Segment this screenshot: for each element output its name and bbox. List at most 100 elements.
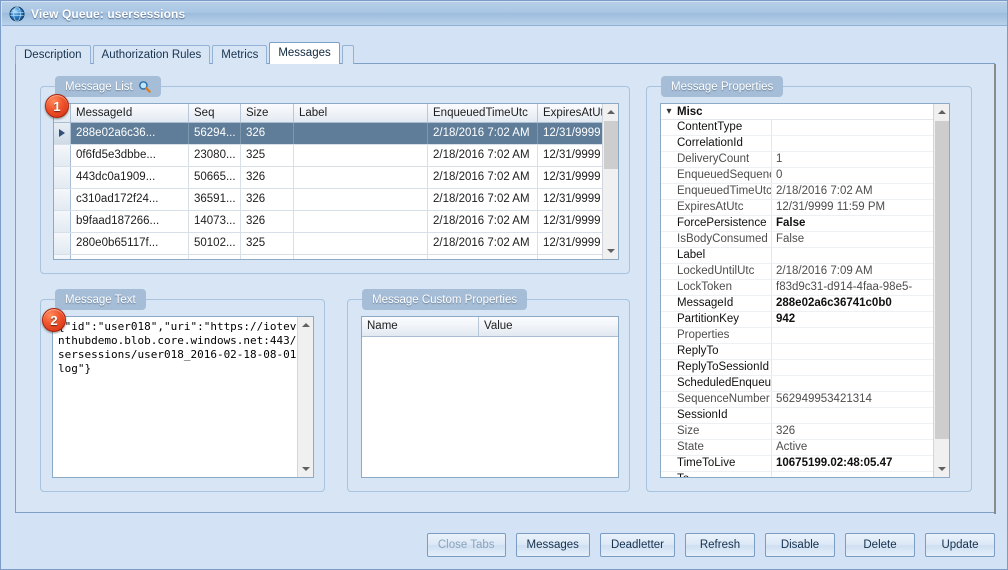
property-value[interactable]: 288e02a6c36741c0b0 (772, 296, 933, 311)
property-row[interactable]: PartitionKey 942 (661, 312, 933, 328)
property-row[interactable]: TimeToLive 10675199.02:48:05.47 (661, 456, 933, 472)
tab-description[interactable]: Description (15, 45, 91, 64)
col-header-value[interactable]: Value (479, 317, 618, 336)
cell-enqueuedtimeutc: 2/18/2016 7:02 AM (428, 211, 538, 232)
scroll-up-button[interactable] (934, 104, 949, 120)
property-value[interactable]: 562949953421314 (772, 392, 933, 407)
col-header-enqueuedtimeutc[interactable]: EnqueuedTimeUtc (428, 104, 538, 122)
property-name: Properties (661, 328, 772, 343)
row-selector[interactable] (54, 145, 71, 166)
chevron-down-icon[interactable]: ▾ (661, 104, 677, 120)
row-selector[interactable] (54, 123, 71, 144)
property-value[interactable]: 1 (772, 152, 933, 167)
refresh-button[interactable]: Refresh (685, 533, 755, 557)
row-selector[interactable] (54, 255, 71, 259)
message-text-scrollbar[interactable] (297, 317, 313, 477)
table-row-partial[interactable] (54, 255, 618, 259)
table-row[interactable]: b9faad187266... 14073... 326 2/18/2016 7… (54, 211, 618, 233)
row-selector[interactable] (54, 167, 71, 188)
message-text-title: Message Text (65, 293, 136, 306)
table-row[interactable]: 280e0b65117f... 50102... 325 2/18/2016 7… (54, 233, 618, 255)
property-row[interactable]: EnqueuedSequenceN0 (661, 168, 933, 184)
cell-seq (189, 255, 241, 259)
property-row[interactable]: ReplyToSessionId (661, 360, 933, 376)
property-value[interactable]: f83d9c31-d914-4faa-98e5- (772, 280, 933, 295)
property-row[interactable]: ReplyTo (661, 344, 933, 360)
disable-button[interactable]: Disable (765, 533, 835, 557)
property-name: To (661, 472, 772, 477)
property-row[interactable]: ForcePersistence False (661, 216, 933, 232)
property-row[interactable]: Properties (661, 328, 933, 344)
property-row[interactable]: SessionId (661, 408, 933, 424)
property-category-misc[interactable]: ▾ Misc (661, 104, 933, 120)
property-row[interactable]: CorrelationId (661, 136, 933, 152)
property-row[interactable]: MessageId 288e02a6c36741c0b0 (661, 296, 933, 312)
property-name: ScheduledEnqueueTi (661, 376, 772, 391)
property-row[interactable]: IsBodyConsumed False (661, 232, 933, 248)
table-row[interactable]: 443dc0a1909... 50665... 326 2/18/2016 7:… (54, 167, 618, 189)
custom-properties-grid[interactable]: Name Value (361, 316, 619, 478)
property-row[interactable]: To (661, 472, 933, 477)
property-value[interactable]: 10675199.02:48:05.47 (772, 456, 933, 471)
row-selector[interactable] (54, 211, 71, 232)
tab-authorization-rules[interactable]: Authorization Rules (92, 45, 211, 64)
tab-metrics[interactable]: Metrics (212, 45, 268, 64)
property-row[interactable]: DeliveryCount 1 (661, 152, 933, 168)
property-row[interactable]: Size 326 (661, 424, 933, 440)
col-header-size[interactable]: Size (241, 104, 294, 122)
scroll-down-button[interactable] (934, 461, 949, 477)
property-row[interactable]: LockToken f83d9c31-d914-4faa-98e5- (661, 280, 933, 296)
property-value[interactable]: False (772, 216, 933, 231)
messages-button[interactable]: Messages (515, 533, 590, 557)
scroll-up-button[interactable] (298, 317, 313, 333)
scroll-up-button[interactable] (603, 104, 618, 120)
deadletter-button[interactable]: Deadletter (599, 533, 675, 557)
property-value[interactable]: 0 (772, 168, 933, 183)
property-row[interactable]: ScheduledEnqueueTi (661, 376, 933, 392)
property-value[interactable]: 2/18/2016 7:02 AM (772, 184, 933, 199)
table-row[interactable]: 288e02a6c36... 56294... 326 2/18/2016 7:… (54, 123, 618, 145)
cell-messageid: c310ad172f24... (71, 189, 189, 210)
col-header-seq[interactable]: Seq (189, 104, 241, 122)
property-value[interactable]: 942 (772, 312, 933, 327)
scroll-down-button[interactable] (298, 461, 313, 477)
property-value[interactable]: Active (772, 440, 933, 455)
magnifier-icon[interactable] (138, 80, 151, 93)
message-list-group: Message List MessageId Seq Size Label En… (40, 76, 630, 274)
scrollbar-thumb[interactable] (935, 121, 949, 439)
message-list-grid[interactable]: MessageId Seq Size Label EnqueuedTimeUtc… (53, 103, 619, 260)
property-row[interactable]: State Active (661, 440, 933, 456)
property-row[interactable]: EnqueuedTimeUtc 2/18/2016 7:02 AM (661, 184, 933, 200)
message-properties-grid[interactable]: ▾ Misc ContentType CorrelationId Deliver… (660, 103, 950, 478)
property-row[interactable]: SequenceNumber 562949953421314 (661, 392, 933, 408)
close-tabs-button[interactable]: Close Tabs (426, 533, 506, 557)
scrollbar-thumb[interactable] (604, 121, 618, 169)
row-selector[interactable] (54, 233, 71, 254)
message-text-box[interactable]: {"id":"user018","uri":"https://ioteventh… (52, 316, 314, 478)
update-button[interactable]: Update (925, 533, 995, 557)
cell-size: 326 (241, 211, 294, 232)
property-row[interactable]: Label (661, 248, 933, 264)
property-value[interactable]: 12/31/9999 11:59 PM (772, 200, 933, 215)
property-value[interactable]: False (772, 232, 933, 247)
row-selector[interactable] (54, 189, 71, 210)
tab-messages[interactable]: Messages (269, 42, 340, 64)
cell-enqueuedtimeutc (428, 255, 538, 259)
message-properties-scrollbar[interactable] (933, 104, 949, 477)
cell-enqueuedtimeutc: 2/18/2016 7:02 AM (428, 189, 538, 210)
col-header-name[interactable]: Name (362, 317, 479, 336)
chevron-down-icon (302, 467, 310, 471)
message-list-scrollbar[interactable] (602, 104, 618, 259)
property-row[interactable]: ExpiresAtUtc 12/31/9999 11:59 PM (661, 200, 933, 216)
col-header-label[interactable]: Label (294, 104, 428, 122)
table-row[interactable]: 0f6fd5e3dbbe... 23080... 325 2/18/2016 7… (54, 145, 618, 167)
scroll-down-button[interactable] (603, 243, 618, 259)
table-row[interactable]: c310ad172f24... 36591... 326 2/18/2016 7… (54, 189, 618, 211)
delete-button[interactable]: Delete (845, 533, 915, 557)
tab-bar[interactable]: Description Authorization Rules Metrics … (15, 42, 354, 64)
property-row[interactable]: LockedUntilUtc 2/18/2016 7:09 AM (661, 264, 933, 280)
property-value[interactable]: 326 (772, 424, 933, 439)
col-header-messageid[interactable]: MessageId (71, 104, 189, 122)
property-row[interactable]: ContentType (661, 120, 933, 136)
property-value[interactable]: 2/18/2016 7:09 AM (772, 264, 933, 279)
